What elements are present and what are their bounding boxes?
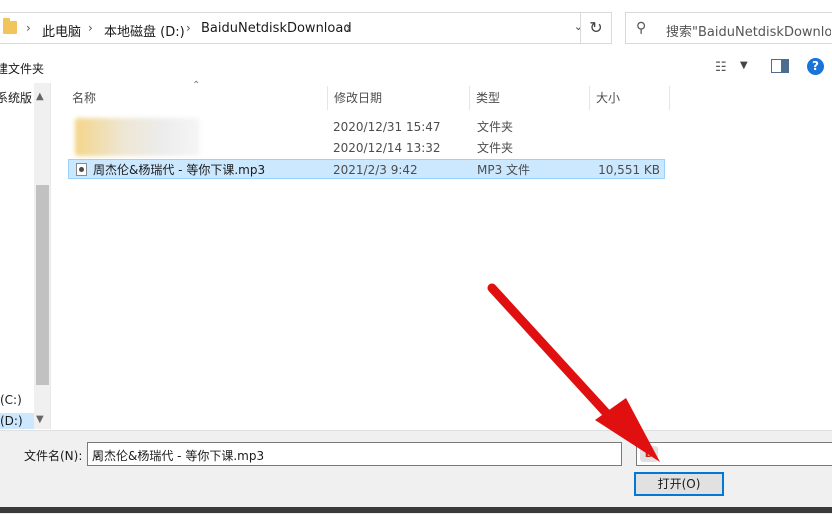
file-type: 文件夹 — [477, 141, 514, 155]
help-icon[interactable]: ? — [807, 58, 824, 75]
table-row[interactable]: 2020/12/31 15:47 文件夹 — [68, 117, 665, 137]
address-bar[interactable]: › 此电脑 › 本地磁盘 (D:) › BaiduNetdiskDownload… — [0, 12, 612, 44]
nav-scrollbar-thumb[interactable] — [36, 185, 49, 385]
breadcrumb-separator: › — [346, 21, 351, 35]
new-folder-button[interactable]: 建文件夹 — [0, 60, 44, 77]
refresh-button[interactable]: ↻ — [580, 12, 612, 44]
chevron-down-icon[interactable]: ⌄ — [92, 447, 617, 461]
column-header-type[interactable]: 类型 — [470, 86, 590, 110]
file-size: 10,551 KB — [598, 163, 660, 177]
nav-item-system[interactable]: 系统版 — [0, 89, 32, 106]
column-header-size[interactable]: 大小 — [590, 86, 670, 110]
folder-icon — [3, 18, 17, 34]
breadcrumb-drive-d[interactable]: 本地磁盘 (D:) — [104, 21, 185, 40]
preview-pane-icon[interactable] — [771, 59, 789, 73]
nav-item-drive-c[interactable]: (C:) — [0, 393, 22, 407]
nav-item-drive-d[interactable]: (D:) — [0, 414, 23, 428]
breadcrumb-this-pc[interactable]: 此电脑 — [42, 21, 81, 40]
view-options-icon[interactable]: ☷ — [715, 60, 727, 75]
table-row-selected[interactable]: 周杰伦&杨瑞代 - 等你下课.mp3 2021/2/3 9:42 MP3 文件 … — [68, 159, 665, 179]
breadcrumb-separator: › — [88, 21, 93, 35]
search-placeholder: 搜索"BaiduNetdiskDownlo... — [666, 25, 831, 40]
breadcrumb-separator: › — [186, 21, 191, 35]
file-type: MP3 文件 — [477, 163, 531, 177]
column-header-date[interactable]: 修改日期 — [328, 86, 470, 110]
refresh-icon: ↻ — [589, 18, 603, 37]
window-bottom-edge — [0, 507, 832, 513]
file-date: 2020/12/14 13:32 — [333, 141, 441, 155]
filename-label: 文件名(N): — [24, 449, 83, 463]
scroll-up-icon[interactable]: ▲ — [36, 91, 44, 102]
chevron-down-icon[interactable]: ▼ — [740, 60, 748, 71]
breadcrumb-separator: › — [26, 21, 31, 35]
file-name: 周杰伦&杨瑞代 - 等你下课.mp3 — [93, 163, 266, 177]
watermark-logo-icon: B — [640, 446, 658, 462]
file-type: 文件夹 — [477, 120, 514, 134]
scroll-down-icon[interactable]: ▼ — [36, 414, 44, 425]
file-date: 2021/2/3 9:42 — [333, 163, 418, 177]
filename-input[interactable]: 周杰伦&杨瑞代 - 等你下课.mp3 ⌄ — [87, 442, 622, 466]
file-type-filter[interactable] — [636, 442, 832, 466]
table-row[interactable]: 2020/12/14 13:32 文件夹 — [68, 138, 665, 158]
audio-file-icon — [76, 163, 87, 176]
search-input[interactable]: ⚲ 搜索"BaiduNetdiskDownlo... — [625, 12, 832, 44]
search-icon: ⚲ — [636, 20, 647, 36]
file-date: 2020/12/31 15:47 — [333, 120, 441, 134]
arrow-shaft — [487, 283, 625, 433]
breadcrumb-folder[interactable]: BaiduNetdiskDownload — [201, 21, 352, 36]
sort-ascending-icon: ⌃ — [192, 80, 201, 91]
open-button[interactable]: 打开(O) — [634, 472, 724, 496]
